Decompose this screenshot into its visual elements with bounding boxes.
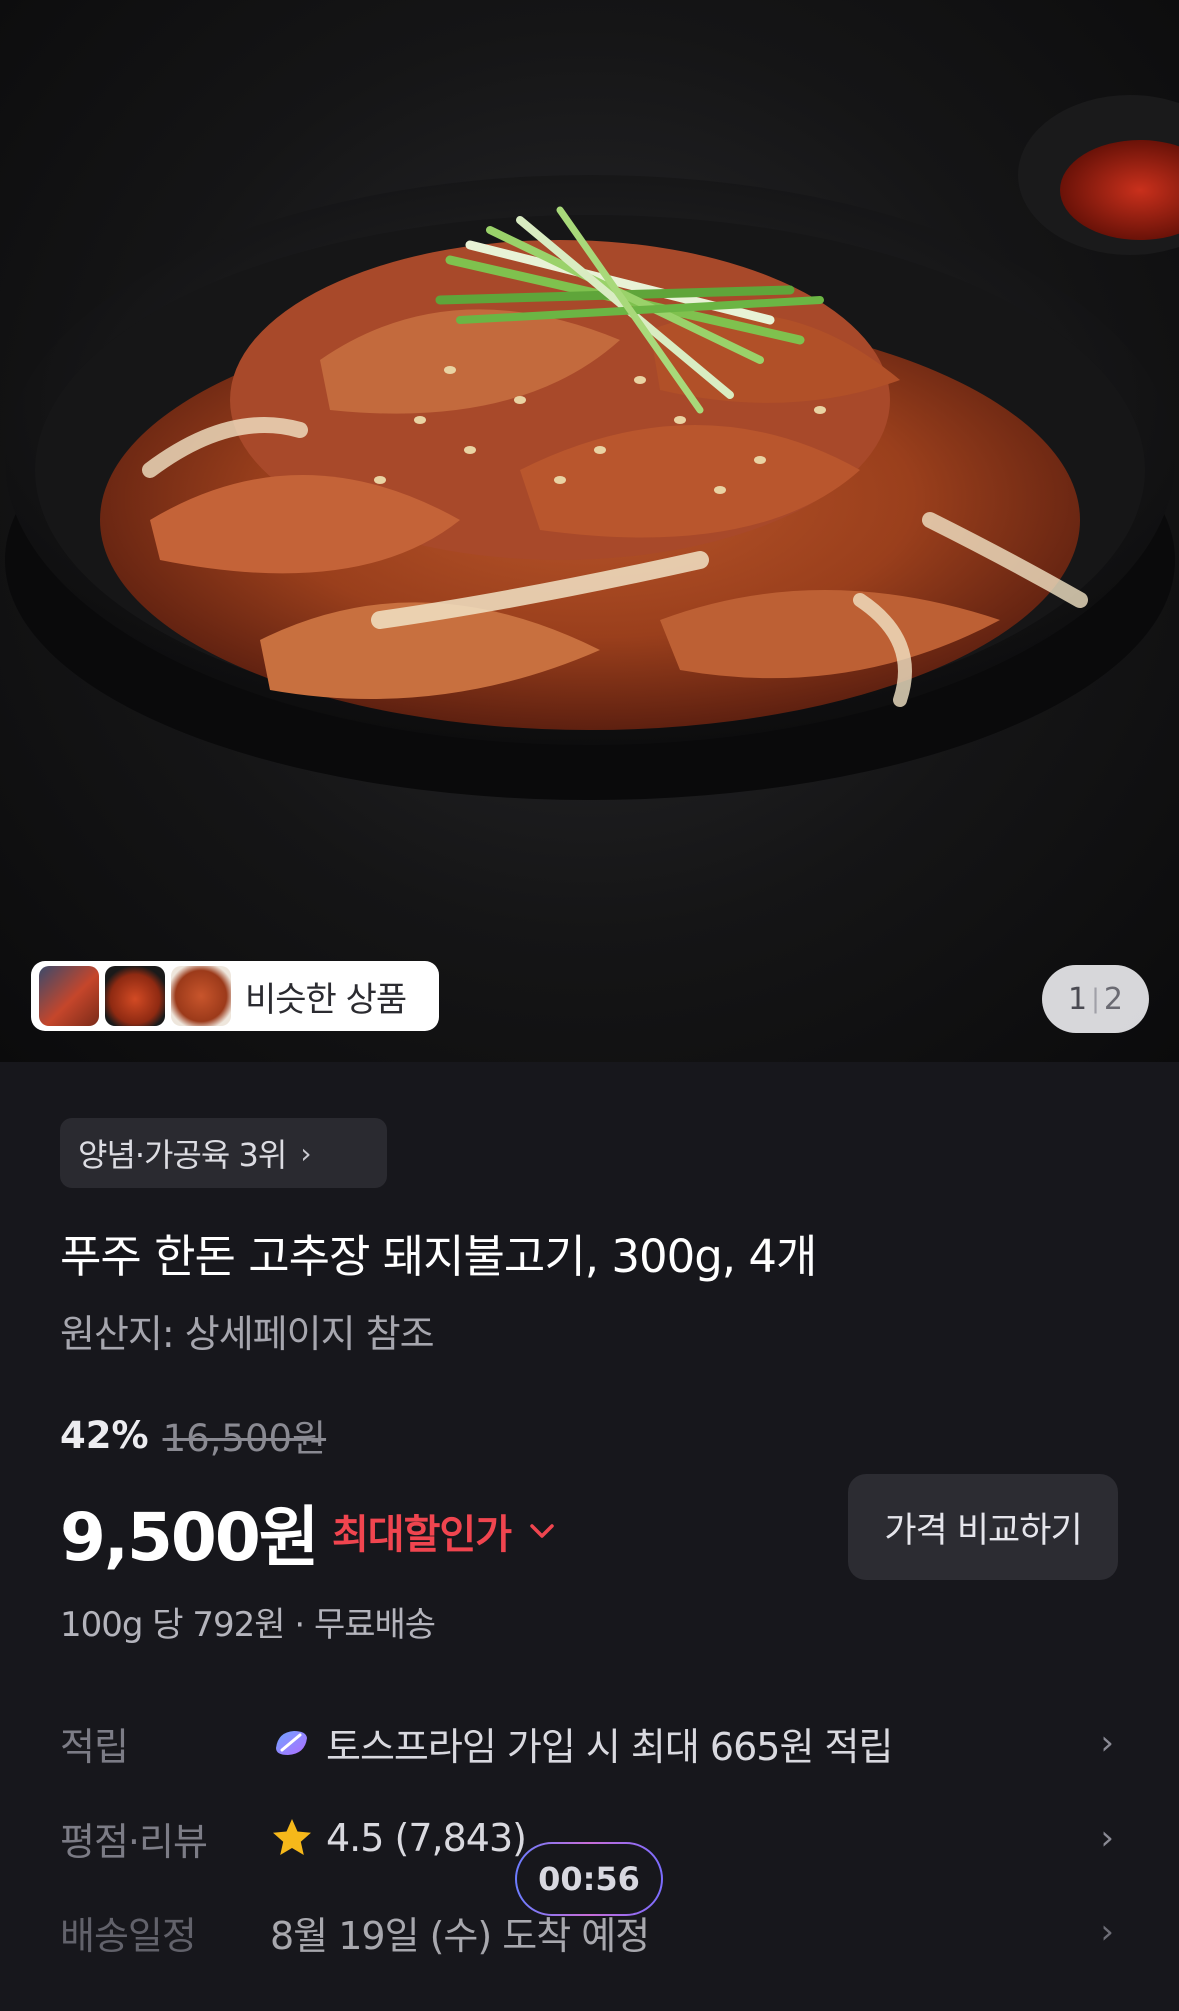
chevron-right-icon: › [300,1136,311,1170]
category-rank-chip[interactable]: 양념·가공육 3위 › [60,1118,387,1188]
discount-percent: 42% [60,1413,149,1457]
chevron-right-icon: › [1100,1818,1114,1858]
pager-separator: | [1091,984,1100,1014]
toss-prime-icon [276,1731,307,1755]
sale-price: 9,500원 [60,1499,319,1576]
discount-row: 42% 16,500원 [60,1408,326,1462]
original-price: 16,500원 [162,1417,327,1460]
points-value: 토스프라임 가입 시 최대 665원 적립 [326,1724,893,1769]
origin-info: 원산지: 상세페이지 참조 [60,1312,435,1356]
category-rank-label: 양념·가공육 3위 [78,1136,287,1174]
similar-product-thumbnail [105,966,165,1026]
similar-products-button[interactable]: 비슷한 상품 [31,961,439,1031]
product-image-carousel[interactable]: 비슷한 상품 1 | 2 [0,0,1179,1062]
similar-product-thumbnail [171,966,231,1026]
max-discount-label: 최대할인가 [332,1512,512,1558]
similar-product-thumbnail [39,966,99,1026]
pager-current: 1 [1068,981,1088,1017]
chevron-down-icon [530,1524,554,1538]
product-title: 푸주 한돈 고추장 돼지불고기, 300g, 4개 [60,1230,817,1283]
points-label: 적립 [60,1724,129,1769]
image-pager: 1 | 2 [1042,965,1149,1033]
pager-total: 2 [1103,981,1123,1017]
points-value-wrap: 토스프라임 가입 시 최대 665원 적립 [270,1716,1120,1771]
max-discount-toggle[interactable]: 최대할인가 [332,1502,555,1560]
bottom-fade [0,1950,1179,2011]
price-compare-button[interactable]: 가격 비교하기 [848,1474,1118,1580]
points-row[interactable]: 적립 토스프라임 가입 시 최대 665원 적립 › [60,1713,1120,1773]
star-icon [273,1819,311,1855]
chevron-right-icon: › [1100,1723,1114,1763]
rating-label: 평점·리뷰 [60,1819,208,1864]
similar-products-label: 비슷한 상품 [245,979,407,1020]
rating-value: 4.5 (7,843) [326,1816,527,1860]
chevron-right-icon: › [1100,1912,1114,1952]
rating-value-wrap: 4.5 (7,843) [270,1816,1120,1860]
unit-price-shipping: 100g 당 792원 · 무료배송 [60,1605,436,1645]
timer-pill[interactable]: 00:56 [515,1842,663,1916]
product-photo [5,95,1179,800]
